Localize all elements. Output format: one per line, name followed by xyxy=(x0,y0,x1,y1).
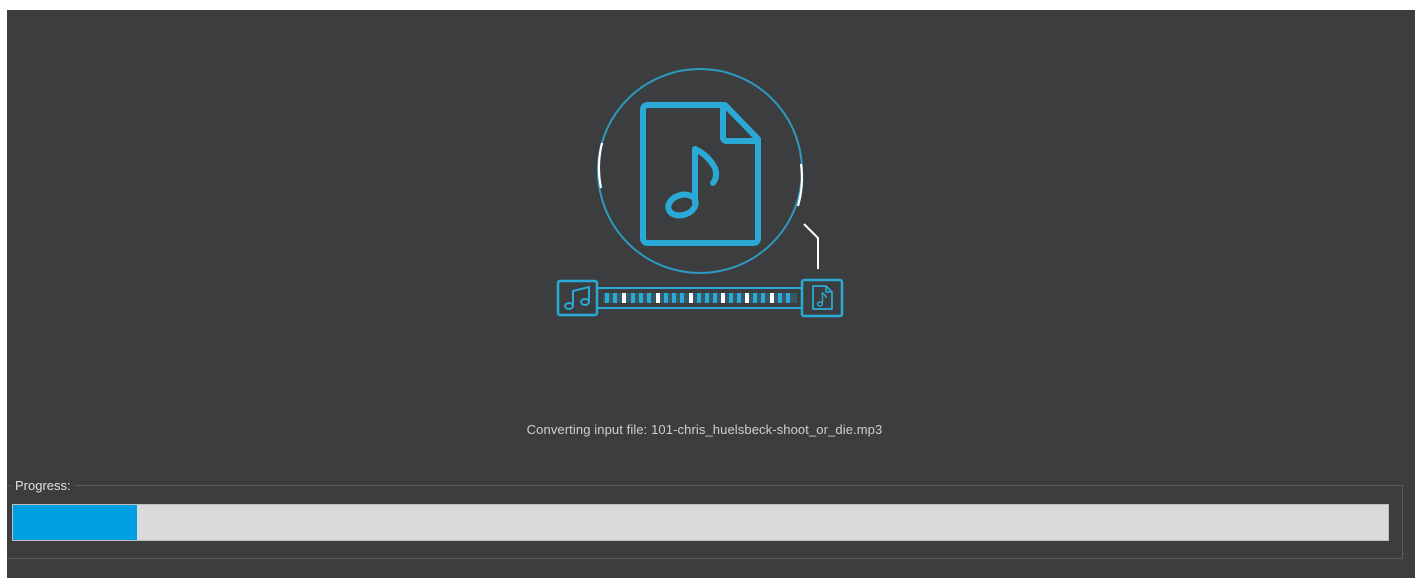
progress-bar xyxy=(12,504,1389,541)
conversion-status-text: Converting input file: 101-chris_huelsbe… xyxy=(526,422,883,437)
target-file-icon xyxy=(800,278,844,318)
music-notes-icon xyxy=(556,279,599,317)
music-file-icon xyxy=(640,102,761,246)
conversion-animation xyxy=(556,68,844,318)
progress-label: Progress: xyxy=(11,478,75,494)
converter-window: Converting input file: 101-chris_huelsbe… xyxy=(7,10,1415,578)
progress-group: Progress: xyxy=(7,478,1403,559)
progress-bar-fill xyxy=(13,505,137,540)
conversion-strip xyxy=(596,287,803,309)
